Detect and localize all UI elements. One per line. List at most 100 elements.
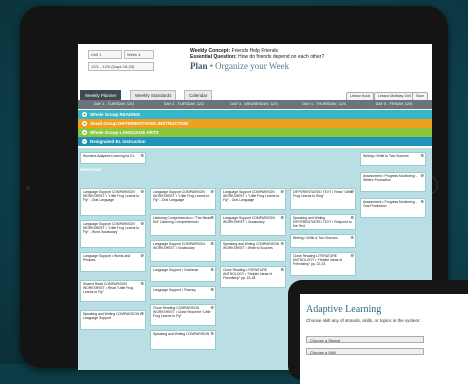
date-range-select[interactable]: 12/1 - 12/5 (Days 16-20) bbox=[88, 62, 154, 71]
gear-icon[interactable]: ⚙ bbox=[140, 153, 144, 158]
card-text: Speaking and Writing COMPARISON bbox=[153, 332, 210, 336]
lesson-card[interactable]: Language Support COMPARISON WORKSHEET • … bbox=[150, 240, 216, 262]
lesson-card[interactable]: Language Support COMPARISON WORKSHEET • … bbox=[150, 188, 216, 210]
lesson-card[interactable]: Listening Comprehension • "The Mean Kid"… bbox=[150, 214, 216, 236]
lesson-card[interactable]: Writing • Write to Two Sources ⚙ bbox=[360, 152, 426, 166]
gear-icon[interactable]: ⚙ bbox=[420, 173, 424, 178]
panel-subtitle: Choose skill any of strands, skills, or … bbox=[306, 318, 421, 323]
card-text: Language Support • Fluency bbox=[153, 288, 196, 292]
lesson-card[interactable]: Assessment • Progress Monitoring - Oral … bbox=[360, 198, 426, 218]
lesson-card[interactable]: Close Reading LITERATURE ANTHOLOGY • "He… bbox=[290, 252, 356, 276]
card-text: Writing • Write a Two Sources bbox=[293, 236, 338, 240]
lesson-card[interactable]: Shared Read COMPARISON WORKSHEET • Read … bbox=[80, 280, 146, 302]
page-title: Plan • Organize your Week bbox=[190, 61, 289, 71]
lesson-card[interactable]: DIFFERENTIATED TEXT • Read "Little Frog … bbox=[290, 188, 356, 210]
lesson-card[interactable]: Close Reading LITERATURE ANTHOLOGY • "He… bbox=[220, 266, 286, 288]
gear-icon[interactable]: ⚙ bbox=[210, 215, 214, 220]
gear-icon[interactable]: ⚙ bbox=[140, 253, 144, 258]
phone-overlay: Adaptive Learning Choose skill any of st… bbox=[288, 280, 468, 384]
card-text: Wonders Adaptive Learning for EL bbox=[83, 154, 135, 158]
gear-icon[interactable]: ⚙ bbox=[420, 153, 424, 158]
gear-icon[interactable]: ⚙ bbox=[350, 215, 354, 220]
gear-icon[interactable]: ⚙ bbox=[210, 331, 214, 336]
day-header: DAY 2 - TUESDAY, 12/2 bbox=[163, 102, 205, 106]
weekly-concept: Weekly Concept: Friends Help Friends Ess… bbox=[190, 48, 324, 60]
gear-icon[interactable]: ⚙ bbox=[210, 267, 214, 272]
plan-subtitle: • Organize your Week bbox=[209, 61, 290, 71]
gear-icon[interactable]: ⚙ bbox=[210, 189, 214, 194]
day-header-row: DAY 1 - TUESDAY, 12/1 DAY 2 - TUESDAY, 1… bbox=[78, 100, 432, 109]
question-value: How do friends depend on each other? bbox=[238, 54, 325, 60]
lesson-card[interactable]: Speaking and Writing COMPARISON ⚙ bbox=[150, 330, 216, 350]
skill-select[interactable]: Choose a Skill bbox=[306, 348, 424, 355]
expand-icon: + bbox=[82, 112, 87, 118]
band-label: Small Group DIFFERENTIATED INSTRUCTION bbox=[90, 121, 189, 126]
panel-title: Adaptive Learning bbox=[306, 304, 382, 315]
card-text: Speaking and Writing COMPARISON WORKSHEE… bbox=[223, 242, 280, 251]
lesson-card[interactable]: Language Support • Grammar ⚙ bbox=[150, 266, 216, 282]
lesson-card[interactable]: Wonders Adaptive Learning for EL ⚙ bbox=[80, 152, 146, 164]
lesson-card[interactable]: Language Support COMPARISON WORKSHEET • … bbox=[220, 214, 286, 236]
card-text: Listening Comprehension • "The Mean Kid"… bbox=[153, 216, 211, 225]
band-label: Designated EL Instruction bbox=[90, 139, 146, 144]
gear-icon[interactable]: ⚙ bbox=[350, 189, 354, 194]
gear-icon[interactable]: ⚙ bbox=[420, 199, 424, 204]
card-text: Language Support COMPARISON WORKSHEET • … bbox=[153, 242, 205, 251]
lesson-card[interactable]: Speaking and Writing COMPARISON WORKSHEE… bbox=[220, 240, 286, 262]
card-text: Assessment • Progress Monitoring - Oral … bbox=[363, 200, 417, 209]
question-label: Essential Question: bbox=[190, 54, 237, 60]
card-text: Close Reading COMPARISON WORKSHEET • Clo… bbox=[153, 306, 211, 319]
day-header: DAY 3 - WEDNESDAY, 12/3 bbox=[230, 102, 278, 106]
gear-icon[interactable]: ⚙ bbox=[210, 305, 214, 310]
lesson-card[interactable]: Close Reading COMPARISON WORKSHEET • Clo… bbox=[150, 304, 216, 326]
card-text: Language Support COMPARISON WORKSHEET • … bbox=[153, 190, 210, 203]
card-text: Language Support COMPARISON WORKSHEET • … bbox=[223, 190, 280, 203]
band-whole-group-reading[interactable]: + Whole Group READING bbox=[78, 110, 432, 119]
lesson-card[interactable]: Language Support COMPARISON WORKSHEET • … bbox=[80, 188, 146, 216]
gear-icon[interactable]: ⚙ bbox=[210, 287, 214, 292]
gear-icon[interactable]: ⚙ bbox=[210, 241, 214, 246]
plan-title: Plan bbox=[190, 61, 208, 71]
band-language-arts[interactable]: + Whole Group LANGUAGE ARTS bbox=[78, 128, 432, 137]
planner-header: Unit 1 Week 4 12/1 - 12/5 (Days 16-20) W… bbox=[78, 44, 432, 90]
card-text: Language Support COMPARISON WORKSHEET • … bbox=[83, 190, 140, 203]
unit-select[interactable]: Unit 1 bbox=[88, 50, 122, 59]
card-text: Writing • Write to Two Sources bbox=[363, 154, 409, 158]
lesson-card[interactable]: Assessment • Progress Monitoring - Writt… bbox=[360, 172, 426, 192]
gear-icon[interactable]: ⚙ bbox=[280, 215, 284, 220]
day-header: DAY 4 - THURSDAY, 12/4 bbox=[302, 102, 346, 106]
expand-icon: − bbox=[82, 139, 87, 145]
gear-icon[interactable]: ⚙ bbox=[350, 235, 354, 240]
gear-icon[interactable]: ⚙ bbox=[140, 311, 144, 316]
camera-dot bbox=[26, 186, 30, 190]
expand-icon: + bbox=[82, 121, 87, 127]
lesson-card[interactable]: Writing • Write a Two Sources ⚙ bbox=[290, 234, 356, 248]
lesson-card[interactable]: Speaking and Writing COMPARISON • Langua… bbox=[80, 310, 146, 330]
card-text: Language Support • Words and Phrases bbox=[83, 254, 131, 263]
lesson-card[interactable]: Language Support • Words and Phrases ⚙ bbox=[80, 252, 146, 272]
lesson-card[interactable]: Speaking and Writing DIFFERENTIATED TEXT… bbox=[290, 214, 356, 230]
card-text: Close Reading LITERATURE ANTHOLOGY • "He… bbox=[223, 268, 273, 281]
section-subheader: EMERGING bbox=[80, 167, 102, 172]
gear-icon[interactable]: ⚙ bbox=[280, 241, 284, 246]
lesson-card[interactable]: Language Support COMPARISON WORKSHEET • … bbox=[80, 220, 146, 248]
gear-icon[interactable]: ⚙ bbox=[280, 189, 284, 194]
band-label: Whole Group READING bbox=[90, 112, 141, 117]
gear-icon[interactable]: ⚙ bbox=[350, 253, 354, 258]
band-label: Whole Group LANGUAGE ARTS bbox=[90, 130, 159, 135]
day-header: DAY 1 - TUESDAY, 12/1 bbox=[93, 102, 135, 106]
gear-icon[interactable]: ⚙ bbox=[140, 221, 144, 226]
gear-icon[interactable]: ⚙ bbox=[140, 281, 144, 286]
card-text: Language Support • Grammar bbox=[153, 268, 199, 272]
lesson-card[interactable]: Language Support COMPARISON WORKSHEET • … bbox=[220, 188, 286, 210]
band-designated-el[interactable]: − Designated EL Instruction bbox=[78, 137, 432, 146]
card-text: Close Reading LITERATURE ANTHOLOGY • "He… bbox=[293, 254, 343, 267]
gear-icon[interactable]: ⚙ bbox=[140, 189, 144, 194]
lesson-card[interactable]: Language Support • Fluency ⚙ bbox=[150, 286, 216, 300]
week-select[interactable]: Week 4 bbox=[124, 50, 154, 59]
gear-icon[interactable]: ⚙ bbox=[280, 267, 284, 272]
band-small-group[interactable]: + Small Group DIFFERENTIATED INSTRUCTION bbox=[78, 119, 432, 128]
day-header: DAY 5 - FRIDAY, 12/5 bbox=[375, 102, 413, 106]
card-text: Assessment • Progress Monitoring - Writt… bbox=[363, 174, 417, 183]
strand-select[interactable]: Choose a Strand bbox=[306, 336, 424, 343]
